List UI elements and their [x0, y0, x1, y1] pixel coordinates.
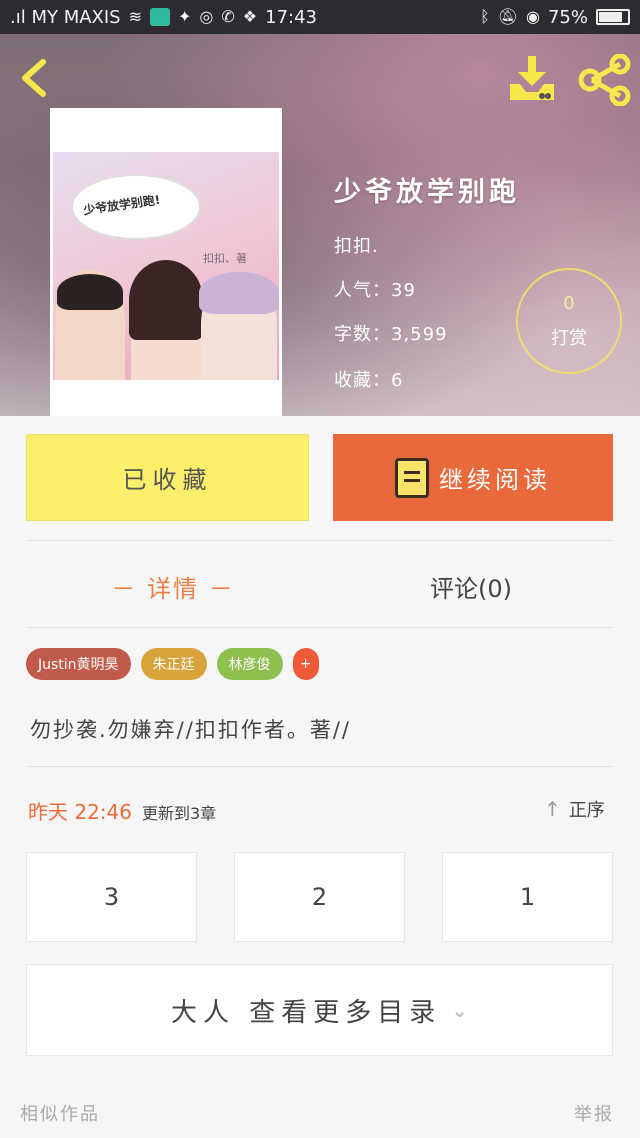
tag-list: Justin黄明昊 朱正廷 林彦俊 + — [26, 648, 319, 680]
tab-comments[interactable]: 评论(0) — [416, 566, 526, 606]
book-icon — [395, 457, 429, 498]
cover-artwork: 少爷放学别跑! 扣扣、著 — [53, 152, 279, 380]
chapter-button[interactable]: 3 — [26, 852, 197, 942]
clock: 17:43 — [265, 6, 318, 28]
bluetooth-icon: ᛒ — [480, 7, 490, 26]
tip-label: 打赏 — [551, 327, 587, 349]
chapter-button[interactable]: 2 — [234, 852, 405, 942]
chevron-left-icon — [22, 59, 46, 97]
divider — [26, 627, 614, 628]
book-favorites: 收藏：6 — [334, 370, 404, 391]
continue-reading-button[interactable]: 继续阅读 — [333, 434, 613, 521]
cover-figure-center-hair — [129, 260, 203, 340]
download-icon — [510, 56, 554, 100]
carrier-label: .ıl MY MAXIS — [10, 6, 121, 28]
eye-icon: ◉ — [526, 7, 540, 26]
tab-details[interactable]: － 详情 － — [110, 566, 236, 606]
share-button[interactable] — [578, 53, 632, 107]
similar-works-link[interactable]: 相似作品 — [20, 1100, 100, 1126]
book-header: 少爷放学别跑! 扣扣、著 少爷放学别跑 扣扣. 人气：39 字数：3,599 收… — [0, 34, 640, 416]
book-title: 少爷放学别跑 — [334, 177, 520, 208]
more-contents-button[interactable]: 大人 查看更多目录 ⌄ — [26, 964, 613, 1056]
update-info: 昨天 22:46 更新到3章 — [28, 796, 216, 825]
twitter-icon: ✦ — [178, 7, 192, 26]
sort-order-label: 正序 — [568, 800, 605, 821]
book-popularity: 人气：39 — [334, 280, 416, 301]
tag-item[interactable]: 朱正廷 — [140, 648, 207, 680]
tip-button[interactable]: 0 打赏 — [516, 268, 622, 374]
favorited-button[interactable]: 已收藏 — [26, 434, 309, 521]
favorited-label: 已收藏 — [122, 466, 213, 494]
cover-figure-left-hair — [57, 274, 123, 310]
sort-order-button[interactable]: ↑ 正序 — [544, 796, 605, 822]
report-link[interactable]: 举报 — [574, 1100, 614, 1126]
update-time: 昨天 22:46 — [28, 800, 132, 824]
cover-author-text: 扣扣、著 — [203, 252, 247, 265]
status-bar: .ıl MY MAXIS ≋ ✦ ◎ ✆ ❖ 17:43 ᛒ 🔕︎ ◉ 75% — [0, 0, 640, 34]
instagram-icon: ◎ — [199, 7, 214, 26]
wifi-icon: ≋ — [128, 7, 143, 26]
book-word-count: 字数：3,599 — [334, 324, 448, 345]
book-cover[interactable]: 少爷放学别跑! 扣扣、著 — [50, 108, 282, 416]
status-bar-right: ᛒ 🔕︎ ◉ 75% — [480, 7, 630, 28]
phone-icon: ✆ — [221, 7, 235, 26]
add-tag-button[interactable]: + — [292, 648, 319, 680]
wechat-icon: ❖ — [242, 7, 258, 26]
app-notification-icon — [150, 8, 171, 26]
book-description: 勿抄袭.勿嫌弃//扣扣作者。著// — [30, 718, 351, 742]
update-text: 更新到3章 — [142, 804, 217, 823]
divider — [26, 766, 614, 767]
tag-item[interactable]: Justin黄明昊 — [26, 648, 131, 680]
tip-count: 0 — [563, 292, 575, 314]
status-bar-left: .ıl MY MAXIS ≋ ✦ ◎ ✆ ❖ 17:43 — [10, 7, 317, 28]
tag-item[interactable]: 林彦俊 — [216, 648, 283, 680]
arrow-up-icon: ↑ — [544, 797, 561, 821]
chevron-down-icon: ⌄ — [451, 998, 469, 1022]
battery-icon — [596, 9, 630, 25]
mute-icon: 🔕︎ — [497, 7, 519, 26]
share-icon — [578, 53, 631, 107]
download-button[interactable] — [506, 54, 558, 102]
back-button[interactable] — [14, 56, 54, 100]
book-author[interactable]: 扣扣. — [334, 232, 379, 258]
cover-figure-right-hair — [199, 272, 279, 314]
more-contents-label: 大人 查看更多目录 — [170, 997, 442, 1028]
chapter-button[interactable]: 1 — [442, 852, 613, 942]
battery-percent: 75% — [547, 6, 588, 28]
continue-reading-label: 继续阅读 — [439, 466, 551, 494]
divider — [26, 540, 614, 541]
